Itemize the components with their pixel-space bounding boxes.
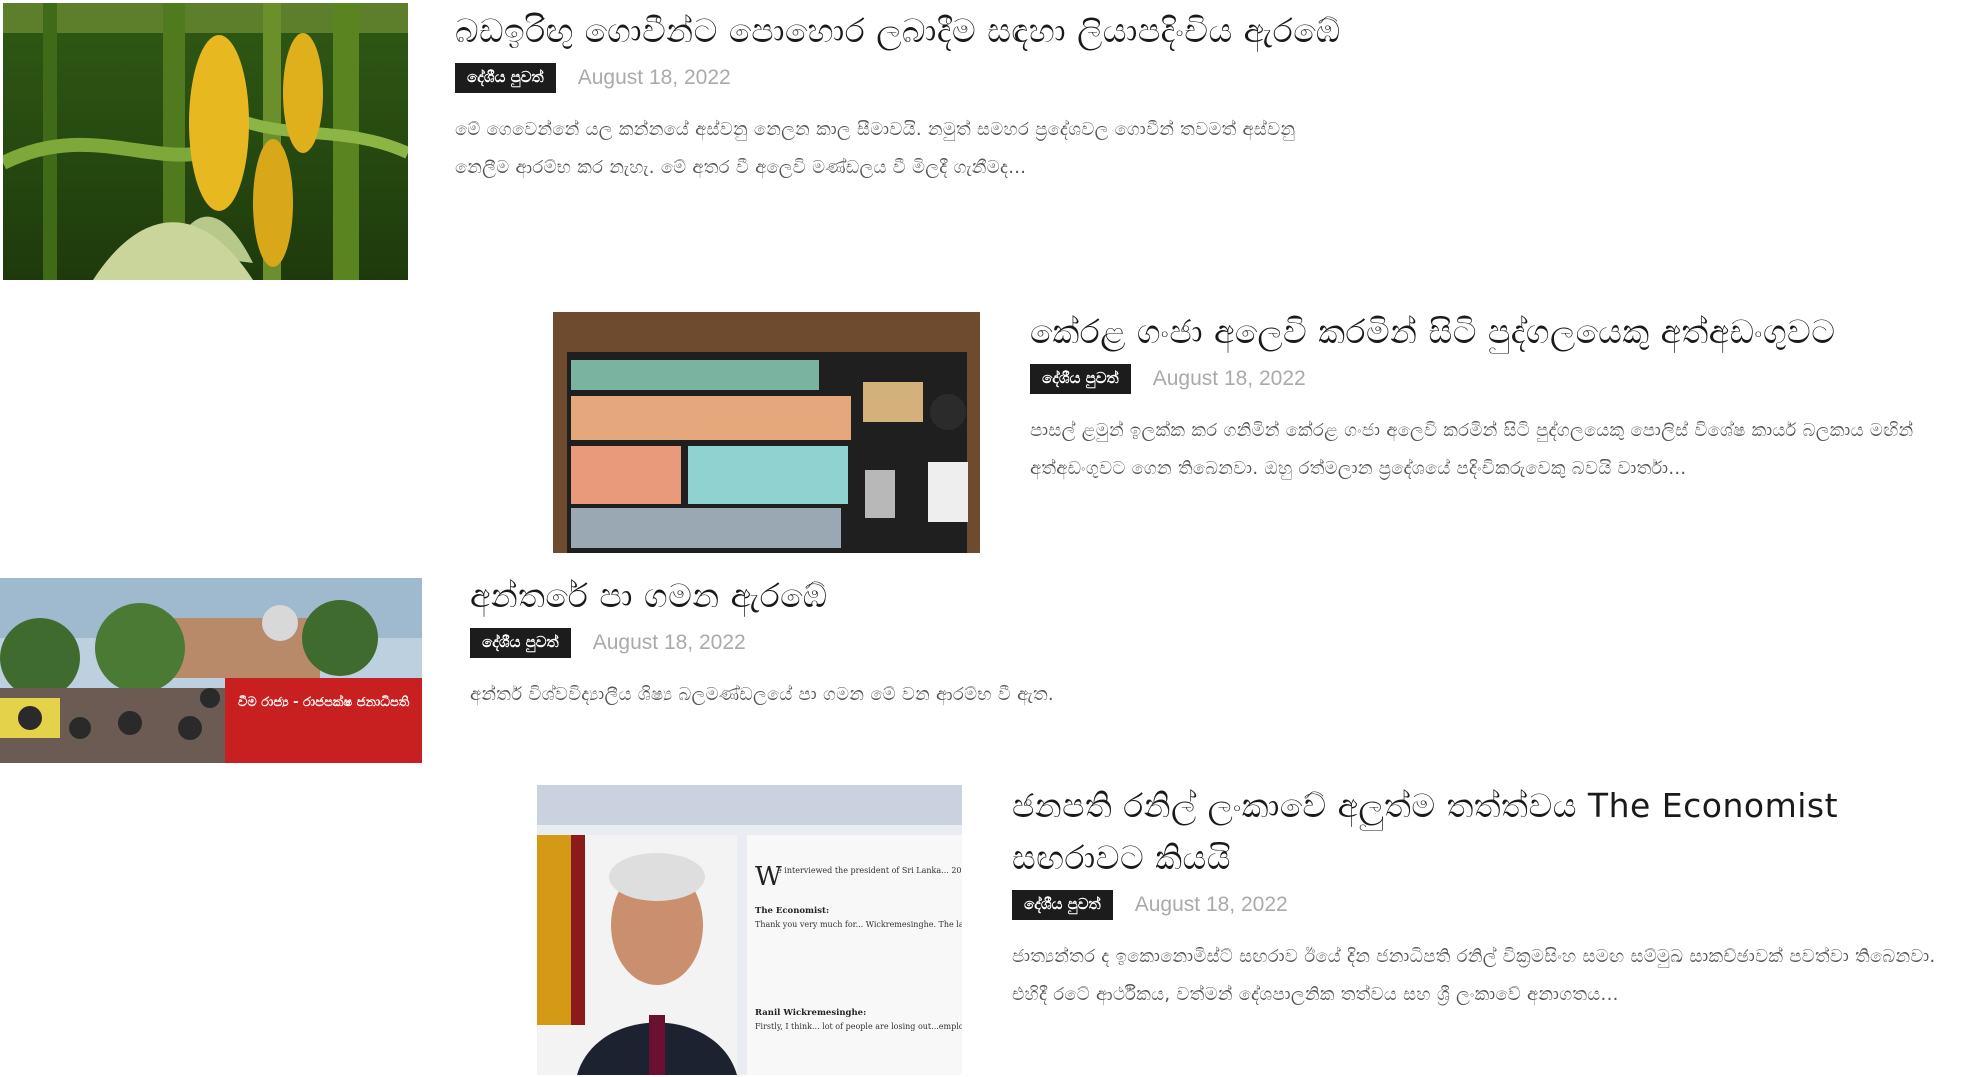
article-content: අන්තරේ පා ගමන ඇරඹේ දේශීය පුවත් August 18… [470,570,1370,714]
article-meta: දේශීය පුවත් August 18, 2022 [470,628,1370,658]
article-date: August 18, 2022 [592,631,746,654]
article-excerpt: අන්තර් විශ්වවිද්‍යාලීය ශිෂ්‍ය බලමණ්ඩලයේ … [470,684,1054,705]
magazine-speaker: The Economist: [755,906,829,916]
article-meta: දේශීය පුවත් August 18, 2022 [455,63,1355,93]
article-thumbnail[interactable] [3,3,408,280]
news-article: කේරළ ගංජා අලෙවි කරමින් සිටි පුද්ගලයෙකු අ… [0,300,1985,560]
magazine-intro: e interviewed the president of Sri Lanka… [777,866,962,875]
article-title[interactable]: කේරළ ගංජා අලෙවි කරමින් සිටි පුද්ගලයෙකු අ… [1030,306,1980,358]
article-excerpt: පාසල් ළමුන් ඉලක්ක කර ගනිමින් කේරළ ගංජා අ… [1030,420,1914,479]
article-excerpt: ජාත්‍යන්තර ද ඉකොනොමිස්ට් සඟරාව ඊයේ දින ජ… [1012,946,1936,1005]
president-interview-icon: W e interviewed the president of Sri Lan… [537,785,962,1075]
article-date: August 18, 2022 [1134,893,1288,916]
category-badge[interactable]: දේශීය පුවත් [455,63,556,93]
magazine-speaker: Ranil Wickremesinghe: [755,1008,866,1018]
article-date: August 18, 2022 [1152,367,1306,390]
article-content: කේරළ ගංජා අලෙවි කරමින් සිටි පුද්ගලයෙකු අ… [1030,306,1980,488]
magazine-answer: Firstly, I think... lot of people are lo… [755,1022,962,1031]
article-meta: දේශීය පුවත් August 18, 2022 [1030,364,1980,394]
category-badge[interactable]: දේශීය පුවත් [1012,890,1113,920]
article-title[interactable]: අන්තරේ පා ගමන ඇරඹේ [470,570,1370,622]
article-meta: දේශීය පුවත් August 18, 2022 [1012,890,1982,920]
seized-cash-icon [553,312,980,553]
category-badge[interactable]: දේශීය පුවත් [470,628,571,658]
article-title[interactable]: ජනපති රනිල් ලංකාවේ අලුත්ම තත්ත්වය The Ec… [1012,780,1977,884]
banner-text: වීම රාජ්‍ය - රාජපක්ෂ ජනාධිපති [238,693,410,710]
article-date: August 18, 2022 [577,66,731,89]
news-article: බඩඉරිඟු ගොවීන්ට පොහොර ලබාදීම සඳහා ලියාපද… [0,0,1985,290]
corn-icon [3,3,408,280]
article-thumbnail[interactable]: W e interviewed the president of Sri Lan… [537,785,962,1075]
article-excerpt: මේ ගෙවෙන්නේ යල කන්නයේ අස්වනු නෙලන කාල සී… [455,119,1296,178]
category-badge[interactable]: දේශීය පුවත් [1030,364,1131,394]
article-title[interactable]: බඩඉරිඟු ගොවීන්ට පොහොර ලබාදීම සඳහා ලියාපද… [455,5,1355,57]
magazine-question: Thank you very much for... Wickremesingh… [755,920,962,929]
news-article: වීම රාජ්‍ය - රාජපක්ෂ ජනාධිපති අන්තරේ පා … [0,570,1985,770]
article-thumbnail[interactable]: වීම රාජ්‍ය - රාජපක්ෂ ජනාධිපති [0,578,422,763]
article-content: බඩඉරිඟු ගොවීන්ට පොහොර ලබාදීම සඳහා ලියාපද… [455,5,1355,187]
news-article: W e interviewed the president of Sri Lan… [0,780,1985,1077]
protest-march-icon: වීම රාජ්‍ය - රාජපක්ෂ ජනාධිපති [0,578,422,763]
article-thumbnail[interactable] [553,312,980,553]
article-content: ජනපති රනිල් ලංකාවේ අලුත්ම තත්ත්වය The Ec… [1012,780,1982,1014]
